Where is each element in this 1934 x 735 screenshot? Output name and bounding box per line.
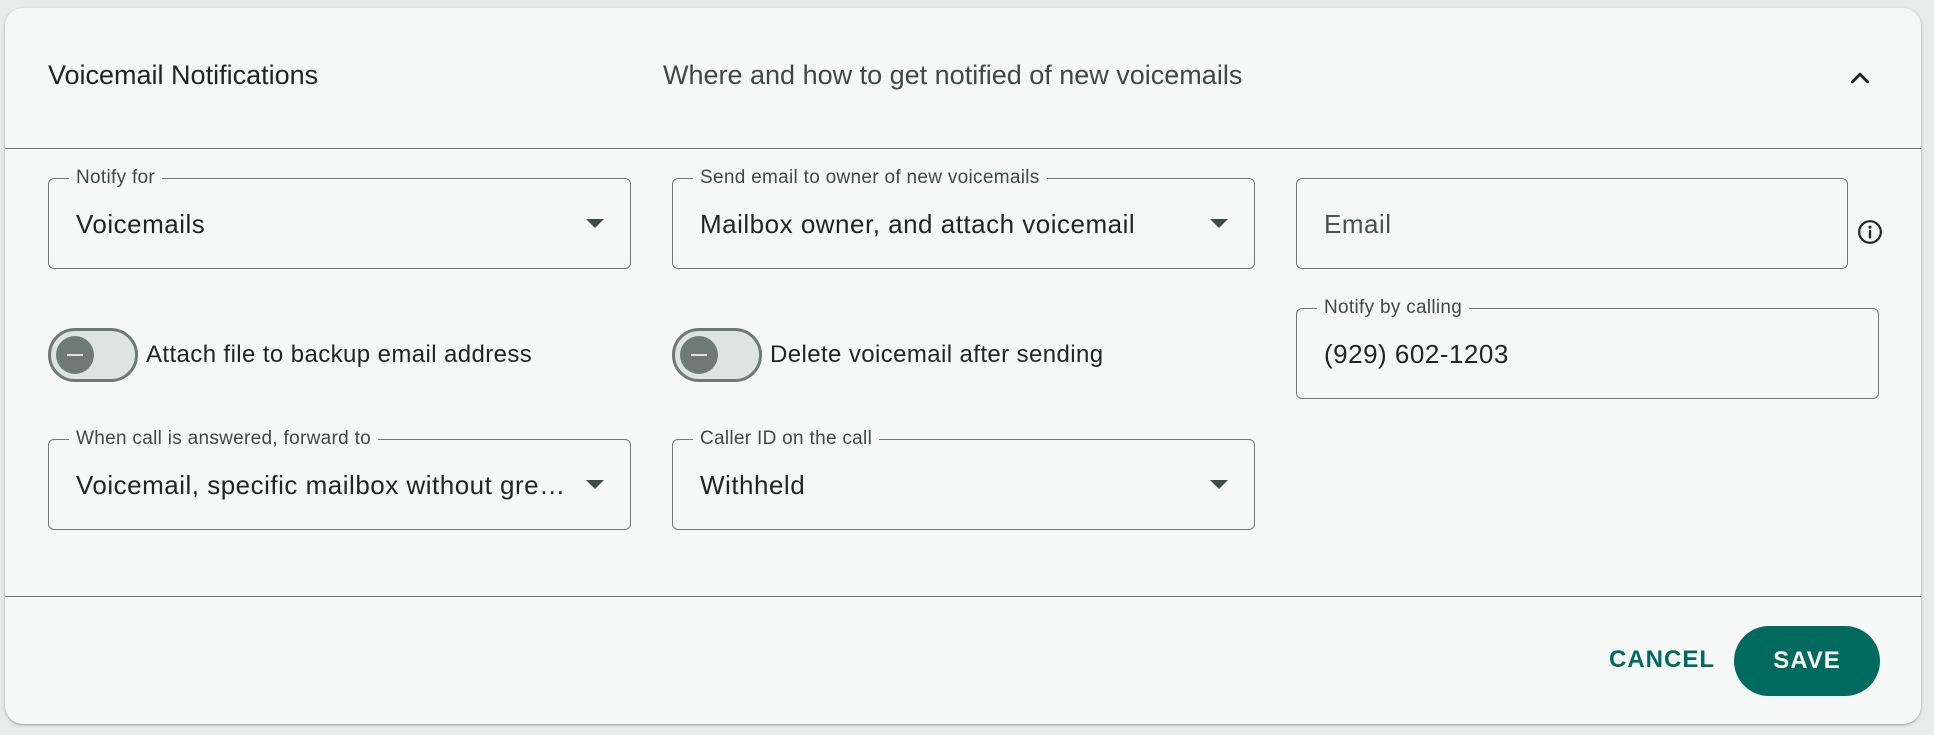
caller-id-value: Withheld [700, 470, 806, 500]
info-icon[interactable] [1857, 219, 1883, 245]
voicemail-notifications-card: Voicemail Notifications Where and how to… [5, 8, 1921, 724]
card-header[interactable]: Voicemail Notifications Where and how to… [5, 8, 1921, 149]
delete-after-sending-toggle[interactable] [672, 328, 762, 382]
notify-for-select[interactable]: Notify for Voicemails [48, 167, 631, 269]
caller-id-label: Caller ID on the call [693, 428, 880, 450]
delete-after-sending-row: Delete voicemail after sending [672, 327, 1104, 383]
send-email-to-select[interactable]: Send email to owner of new voicemails Ma… [672, 167, 1255, 269]
dropdown-arrow-icon [1210, 480, 1228, 489]
email-field[interactable]: Email [1296, 178, 1848, 269]
forward-to-select[interactable]: When call is answered, forward to Voicem… [48, 428, 631, 530]
notify-by-calling-label: Notify by calling [1317, 297, 1470, 319]
chevron-up-icon [1851, 72, 1869, 84]
collapse-button[interactable] [1845, 63, 1875, 93]
forward-to-value: Voicemail, specific mailbox without gree… [76, 470, 570, 500]
delete-after-sending-label: Delete voicemail after sending [770, 341, 1104, 368]
notify-for-label: Notify for [69, 167, 163, 189]
attach-backup-row: Attach file to backup email address [48, 327, 532, 383]
dropdown-arrow-icon [586, 219, 604, 228]
email-placeholder: Email [1324, 209, 1392, 239]
footer-divider [5, 596, 1921, 597]
cancel-button[interactable]: CANCEL [1599, 640, 1725, 680]
attach-backup-label: Attach file to backup email address [146, 341, 533, 368]
dropdown-arrow-icon [586, 480, 604, 489]
caller-id-select[interactable]: Caller ID on the call Withheld [672, 428, 1255, 530]
dropdown-arrow-icon [1210, 219, 1228, 228]
notify-for-value: Voicemails [76, 209, 206, 239]
notify-by-calling-field[interactable]: Notify by calling (929) 602-1203 [1296, 297, 1879, 399]
section-description: Where and how to get notified of new voi… [663, 60, 1243, 90]
forward-to-label: When call is answered, forward to [69, 428, 379, 450]
toggle-knob [56, 336, 94, 374]
notify-by-calling-value: (929) 602-1203 [1324, 339, 1509, 369]
save-button[interactable]: SAVE [1734, 626, 1880, 696]
section-title: Voicemail Notifications [48, 60, 319, 90]
send-email-to-label: Send email to owner of new voicemails [693, 167, 1047, 189]
attach-backup-toggle[interactable] [48, 328, 138, 382]
toggle-knob [680, 336, 718, 374]
send-email-to-value: Mailbox owner, and attach voicemail [700, 209, 1136, 239]
